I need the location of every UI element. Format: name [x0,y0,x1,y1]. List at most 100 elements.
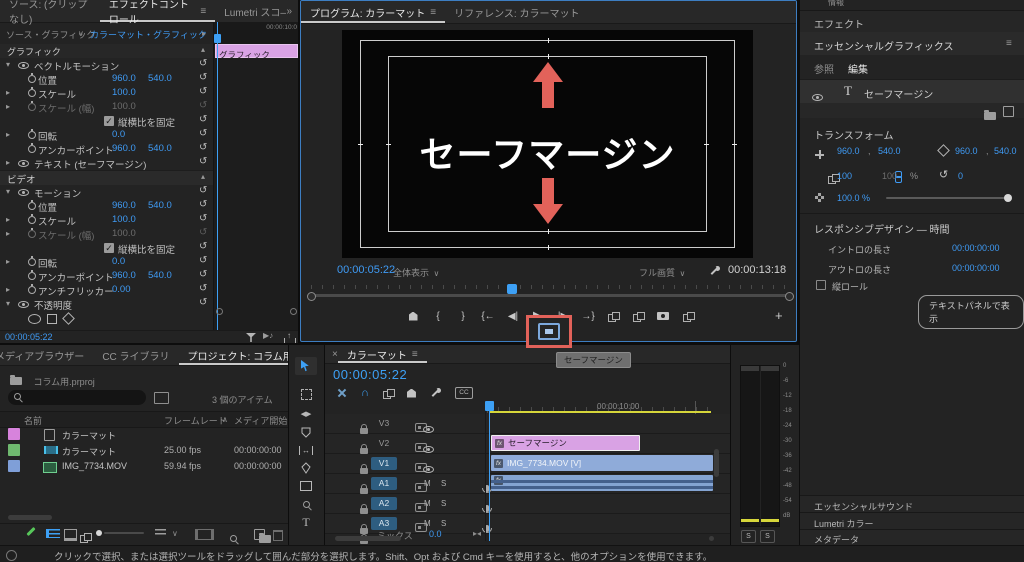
rect-mask-icon[interactable] [47,314,57,324]
section-video[interactable]: ビデオ ▴ [0,170,213,186]
param-value-y[interactable]: 540.0 [148,73,172,84]
next-keyframe-icon[interactable] [290,308,297,315]
new-folder-icon[interactable] [984,110,996,120]
anchor-y-value[interactable]: 540.0 [994,146,1017,156]
checkbox-checked[interactable]: ✓ [104,243,114,254]
reset-icon[interactable]: ↺ [199,128,207,139]
twirl-closed-icon[interactable]: ▸ [6,257,10,266]
panel-menu-icon[interactable]: ≡ [200,6,206,17]
param-value-x[interactable]: 960.0 [112,143,136,154]
position-y-value[interactable]: 540.0 [878,146,901,156]
program-video-frame[interactable]: セーフマージン [342,30,753,258]
play-audio-icon[interactable]: ▶♪ [263,331,273,340]
zoom-slider-knob[interactable] [96,530,102,536]
comparison-view-icon[interactable] [681,311,695,322]
project-hscrollbar[interactable] [8,515,52,520]
ripple-edit-tool[interactable]: ◀▶ [295,405,317,423]
timeline-hscroll-end[interactable] [709,536,714,541]
track-label-a2[interactable]: A2 [371,497,397,510]
new-item-icon[interactable] [254,529,265,540]
track-a2[interactable]: A2 M S [325,494,730,514]
twirl-closed-icon[interactable]: ▸ [6,158,10,167]
export-frame-icon[interactable] [656,312,670,320]
mix-value[interactable]: 0.0 [429,529,442,539]
param-value[interactable]: 0.00 [112,284,131,295]
automate-sequence-icon[interactable] [195,529,214,540]
zoom-level-select[interactable]: 全体表示 ∨ [393,263,439,281]
pen-mask-icon[interactable] [62,312,75,325]
param-value-x[interactable]: 960.0 [112,200,136,211]
param-value-y[interactable]: 540.0 [148,200,172,211]
reset-icon[interactable]: ↺ [199,241,207,252]
rectangle-tool[interactable] [295,477,317,495]
effects-collapsed-row[interactable]: エフェクト [800,10,1024,34]
reset-icon[interactable]: ↺ [199,199,207,210]
outro-length-value[interactable]: 00:00:00:00 [952,263,1000,273]
param-value[interactable]: 0.0 [112,129,125,140]
prev-keyframe-icon[interactable] [216,308,223,315]
scrub-left-handle[interactable] [307,292,316,301]
show-text-panel-button[interactable]: テキストパネルで表示 [918,295,1024,329]
label-color-swatch[interactable] [8,460,20,472]
stopwatch-icon[interactable] [28,256,36,269]
reset-icon[interactable]: ↺ [199,297,207,308]
captions-icon[interactable]: CC [454,387,473,399]
selection-tool[interactable] [295,357,317,375]
timeline-timecode[interactable]: 00:00:05:22 [333,367,407,382]
type-tool[interactable]: T [295,513,317,531]
fx-toggle-eye-icon[interactable] [18,188,29,199]
settings-wrench-icon[interactable] [709,266,720,277]
project-row-movie[interactable]: IMG_7734.MOV 59.94 fps 00:00:00:00 [0,458,288,474]
param-value-x[interactable]: 960.0 [112,73,136,84]
param-rotation[interactable]: ▸ 回転 0.0 ↺ [0,255,213,270]
anchor-x-value[interactable]: 960.0 [955,146,978,156]
keyframe-ruler[interactable]: 00:00:10:0 [214,22,298,45]
scrub-right-handle[interactable] [785,292,794,301]
label-color-swatch[interactable] [8,444,20,456]
chevron-down-icon[interactable]: ∨ [78,29,84,38]
param-uniform-scale[interactable]: ✓ 縦横比を固定 ↺ [0,241,213,256]
reset-icon[interactable]: ↺ [199,185,207,196]
param-position[interactable]: 位置 960.0 540.0 ↺ [0,199,213,214]
solo-left-button[interactable]: S [741,530,756,543]
program-playhead[interactable] [507,284,517,294]
timeline-hscrollbar[interactable] [335,536,401,541]
reset-icon[interactable]: ↺ [199,269,207,280]
new-layer-icon[interactable] [1003,106,1014,117]
scale-value[interactable]: 100 [837,171,852,181]
mark-out-icon[interactable]: } [456,311,470,322]
reset-icon[interactable]: ↺ [199,86,207,97]
stopwatch-icon[interactable] [28,143,36,156]
program-timecode[interactable]: 00:00:05:22 [337,264,395,276]
solo-button[interactable]: S [441,519,446,528]
mute-button[interactable]: M [424,499,431,508]
param-antiflicker[interactable]: ▸ アンチフリッカー 0.00 ↺ [0,283,213,298]
more-panels-icon[interactable]: » [286,6,298,17]
param-value[interactable]: 100.0 [112,214,136,225]
fx-toggle-eye-icon[interactable] [18,61,29,72]
param-anchor-point[interactable]: アンカーポイント 960.0 540.0 ↺ [0,142,213,157]
linked-selection-icon[interactable] [337,388,347,398]
sort-icon[interactable] [155,529,166,537]
lumetri-color-row[interactable]: Lumetri カラー [800,512,1024,530]
info-tab-label[interactable]: 情報 [828,0,844,8]
collapse-icon[interactable]: ▴ [201,45,205,54]
param-rotation[interactable]: ▸ 回転 0.0 ↺ [0,128,213,143]
pen-tool[interactable] [295,459,317,477]
solo-button[interactable]: S [441,479,446,488]
slip-tool[interactable]: ↔ [295,441,317,459]
panel-menu-icon[interactable]: ≡ [1006,38,1012,49]
tab-effect-controls[interactable]: エフェクトコントロール ≡ [100,0,215,26]
lift-icon[interactable] [606,311,620,322]
param-scale[interactable]: ▸ スケール 100.0 ↺ [0,213,213,228]
param-value-y[interactable]: 540.0 [148,270,172,281]
step-back-icon[interactable]: ◀| [506,311,520,322]
panel-menu-icon[interactable]: ≡ [412,349,418,360]
zoom-tool[interactable] [295,495,317,513]
icon-view-icon[interactable] [64,529,77,541]
expand-right-icon[interactable]: ▸ [202,29,206,38]
project-row-color-matte[interactable]: カラーマット [0,426,288,442]
mark-in-icon[interactable]: { [431,311,445,322]
track-v1[interactable]: V1 fx IMG_7734.MOV [V] [325,454,730,474]
stopwatch-icon[interactable] [28,200,36,213]
